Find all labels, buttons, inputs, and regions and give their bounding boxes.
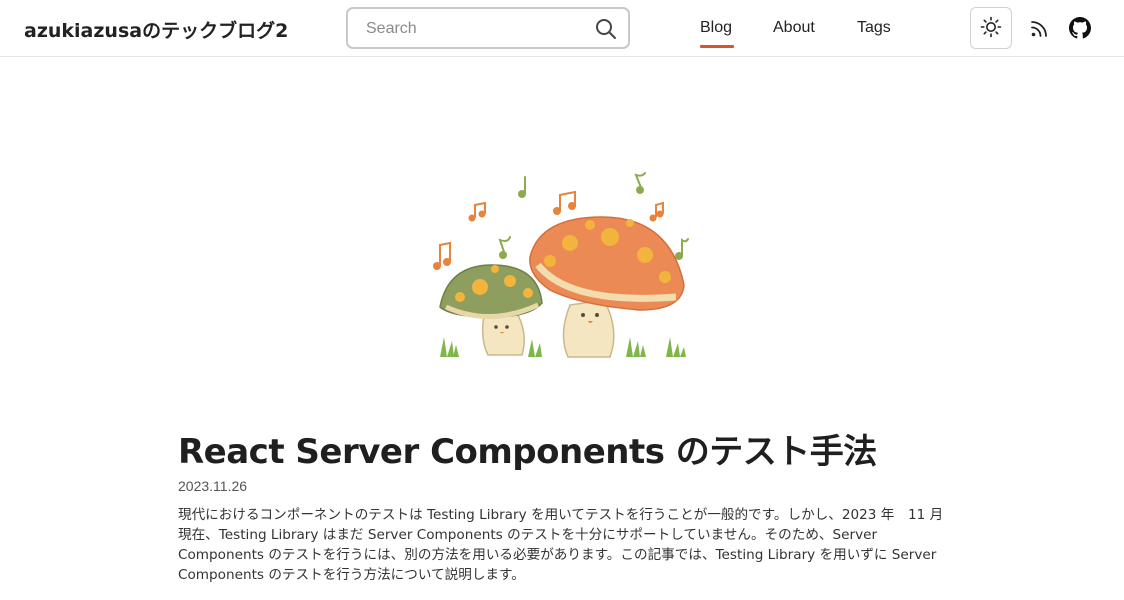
post-excerpt: 現代におけるコンポーネントのテストは Testing Library を用いてテ… <box>178 507 944 583</box>
sun-icon <box>980 16 1002 41</box>
nav-blog-link[interactable]: Blog <box>700 19 732 37</box>
rss-icon[interactable] <box>1029 17 1051 39</box>
nav-active-indicator <box>700 45 734 48</box>
search-box <box>346 7 630 49</box>
hero-illustration <box>420 165 700 365</box>
search-input[interactable] <box>366 18 586 40</box>
post-title[interactable]: React Server Components のテスト手法 <box>178 424 877 473</box>
github-icon[interactable] <box>1069 17 1091 39</box>
theme-toggle-button[interactable] <box>970 7 1012 49</box>
site-title-link[interactable]: azukiazusaのテックブログ2 <box>24 16 288 43</box>
search-icon[interactable] <box>594 17 618 41</box>
post-date: 2023.11.26 <box>178 478 248 494</box>
site-header: azukiazusaのテックブログ2 Blog About Tags <box>0 0 1124 57</box>
nav-tags-link[interactable]: Tags <box>857 19 891 37</box>
nav-about-link[interactable]: About <box>773 19 815 37</box>
